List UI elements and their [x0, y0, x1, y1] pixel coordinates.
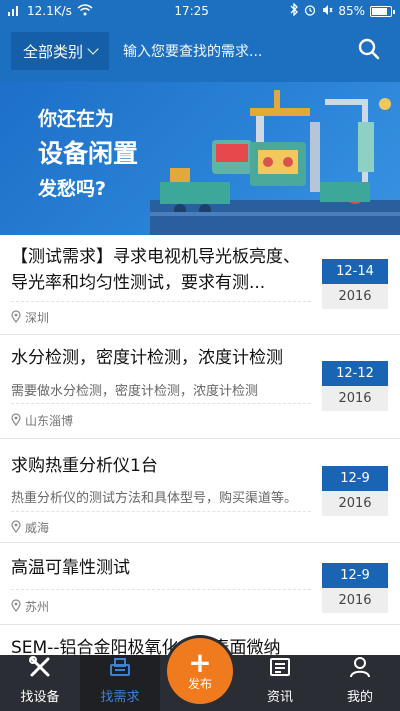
machinery-illustration: [150, 90, 400, 235]
date-year: 2016: [322, 386, 388, 411]
tab-find-demand[interactable]: 找需求: [80, 655, 160, 711]
promo-banner[interactable]: 你还在为 设备闲置 发愁吗?: [0, 82, 400, 235]
item-location: 山东淄博: [11, 412, 73, 429]
date-year: 2016: [322, 588, 388, 613]
date-month-day: 12-9: [322, 563, 388, 588]
location-text: 山东淄博: [25, 414, 74, 428]
battery-percent: 85%: [338, 4, 365, 18]
user-icon: [348, 655, 372, 683]
publish-label: 发布: [187, 676, 212, 691]
location-pin-icon: [11, 412, 21, 429]
search-icon: [358, 38, 380, 64]
tab-news[interactable]: 资讯: [240, 655, 320, 711]
tab-label: 我的: [346, 690, 373, 705]
list-item[interactable]: 水分检测，密度计检测，浓度计检测 需要做水分检测，密度计检测，浓度计检测 山东淄…: [0, 335, 400, 439]
item-location: 威海: [11, 519, 49, 536]
divider: [11, 301, 311, 302]
item-location: 深圳: [11, 309, 49, 326]
divider: [11, 403, 311, 404]
date-year: 2016: [322, 491, 388, 516]
tab-label: 找设备: [20, 690, 60, 705]
banner-line-2: 设备闲置: [38, 139, 139, 168]
date-month-day: 12-9: [322, 466, 388, 491]
signal-icon: [8, 4, 22, 19]
chevron-down-icon: [87, 43, 99, 55]
item-title: 水分检测，密度计检测，浓度计检测: [11, 348, 283, 368]
plus-icon: +: [188, 645, 212, 679]
item-title: 求购热重分析仪1台: [11, 456, 158, 476]
banner-line-1: 你还在为: [38, 108, 115, 130]
search-button[interactable]: [349, 32, 389, 70]
date-month-day: 12-12: [322, 361, 388, 386]
date-badge: 12-9 2016: [322, 466, 388, 516]
bluetooth-icon: [290, 2, 299, 19]
clock: 17:25: [174, 4, 209, 18]
date-month-day: 12-14: [322, 259, 388, 284]
location-pin-icon: [11, 598, 21, 615]
alarm-icon: [304, 4, 316, 19]
item-location: 苏州: [11, 598, 49, 615]
wifi-icon: [77, 3, 93, 19]
list-item[interactable]: 【测试需求】寻求电视机导光板亮度、导光率和均匀性测试，要求有测... 深圳 12…: [0, 235, 400, 335]
tab-find-equipment[interactable]: 找设备: [0, 655, 80, 711]
item-title: 【测试需求】寻求电视机导光板亮度、导光率和均匀性测试，要求有测...: [11, 247, 300, 293]
date-badge: 12-9 2016: [322, 563, 388, 613]
status-bar: 12.1K/s 17:25 85%: [0, 0, 400, 22]
location-text: 苏州: [25, 600, 50, 614]
category-dropdown[interactable]: 全部类别: [11, 32, 109, 70]
app-header: 12.1K/s 17:25 85% 全部类别 输入您要查找的需求...: [0, 0, 400, 82]
tab-label: 资讯: [266, 690, 293, 705]
date-badge: 12-12 2016: [322, 361, 388, 411]
tab-label: 找需求: [100, 690, 140, 705]
banner-line-3: 发愁吗?: [38, 178, 107, 200]
location-text: 深圳: [25, 311, 50, 325]
category-label: 全部类别: [22, 42, 83, 61]
search-bar: 全部类别 输入您要查找的需求...: [11, 32, 389, 70]
location-text: 威海: [25, 521, 50, 535]
location-pin-icon: [11, 309, 21, 326]
publish-button[interactable]: + 发布: [167, 638, 233, 704]
divider: [11, 511, 311, 512]
demand-list: 【测试需求】寻求电视机导光板亮度、导光率和均匀性测试，要求有测... 深圳 12…: [0, 235, 400, 655]
tab-mine[interactable]: 我的: [320, 655, 400, 711]
list-item[interactable]: 高温可靠性测试 苏州 12-9 2016: [0, 543, 400, 625]
mute-icon: [321, 4, 333, 19]
location-pin-icon: [11, 519, 21, 536]
demand-icon: [108, 655, 132, 683]
item-description: 热重分析仪的测试方法和具体型号，购买渠道等。: [11, 491, 298, 506]
search-input[interactable]: 输入您要查找的需求...: [109, 41, 349, 61]
battery-icon: [370, 5, 395, 17]
divider: [11, 589, 311, 590]
item-title: 高温可靠性测试: [11, 558, 130, 578]
tools-icon: [28, 655, 52, 683]
list-item[interactable]: 求购热重分析仪1台 热重分析仪的测试方法和具体型号，购买渠道等。 威海 12-9…: [0, 439, 400, 543]
date-badge: 12-14 2016: [322, 259, 388, 309]
network-speed: 12.1K/s: [27, 4, 72, 18]
item-description: 需要做水分检测，密度计检测，浓度计检测: [11, 384, 259, 399]
date-year: 2016: [322, 284, 388, 309]
news-icon: [268, 655, 292, 683]
